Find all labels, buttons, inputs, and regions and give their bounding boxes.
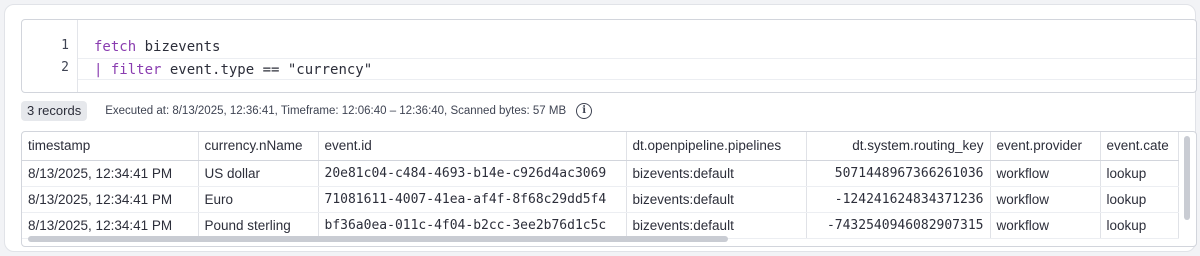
table-row[interactable]: 8/13/2025, 12:34:41 PM US dollar 20e81c0… xyxy=(22,160,1179,187)
line-number: 1 xyxy=(61,38,69,53)
result-status-bar: 3 records Executed at: 8/13/2025, 12:36:… xyxy=(21,101,593,121)
code-editor[interactable]: 1 2 fetch bizevents | filter event.type … xyxy=(21,19,1197,93)
line-number: 2 xyxy=(61,60,69,75)
cell-timestamp: 8/13/2025, 12:34:41 PM xyxy=(22,160,199,187)
table-header-row: timestamp currency.nName event.id dt.ope… xyxy=(22,132,1179,161)
horizontal-scrollbar[interactable] xyxy=(28,236,728,242)
cell-currency-name: US dollar xyxy=(198,160,319,187)
cell-pipelines: bizevents:default xyxy=(626,212,807,239)
column-header-pipelines[interactable]: dt.openpipeline.pipelines xyxy=(626,132,807,161)
code-line[interactable]: | filter event.type == "currency" xyxy=(78,58,1196,80)
results-table: timestamp currency.nName event.id dt.ope… xyxy=(21,131,1197,247)
execution-info: Executed at: 8/13/2025, 12:36:41, Timefr… xyxy=(105,105,567,117)
line-number-gutter: 1 2 xyxy=(22,20,78,92)
cell-pipelines: bizevents:default xyxy=(626,160,807,187)
cell-event-category: lookup xyxy=(1100,186,1179,213)
code-text: event.type == "currency" xyxy=(161,62,373,78)
cell-event-id: 71081611-4007-41ea-af4f-8f68c29dd5f4 xyxy=(318,186,627,213)
column-header-event-category[interactable]: event.cate xyxy=(1100,132,1179,161)
vertical-scrollbar[interactable] xyxy=(1184,136,1190,220)
cell-event-id: bf36a0ea-011c-4f04-b2cc-3ee2b76d1c5c xyxy=(318,212,627,239)
cell-event-category: lookup xyxy=(1100,160,1179,187)
cell-currency-name: Euro xyxy=(198,186,319,213)
cell-pipelines: bizevents:default xyxy=(626,186,807,213)
column-header-routing-key[interactable]: dt.system.routing_key xyxy=(806,132,991,161)
cell-routing-key: -124241624834371236 xyxy=(806,186,991,213)
cell-event-category: lookup xyxy=(1100,212,1179,239)
column-header-currency-name[interactable]: currency.nName xyxy=(198,132,319,161)
code-line[interactable]: fetch bizevents xyxy=(78,36,1196,58)
query-panel: 1 2 fetch bizevents | filter event.type … xyxy=(4,4,1197,252)
records-count-badge: 3 records xyxy=(21,101,88,121)
table-row[interactable]: 8/13/2025, 12:34:41 PM Pound sterling bf… xyxy=(22,212,1179,239)
cell-timestamp: 8/13/2025, 12:34:41 PM xyxy=(22,186,199,213)
column-header-event-id[interactable]: event.id xyxy=(318,132,627,161)
cell-routing-key: 5071448967366261036 xyxy=(806,160,991,187)
cell-currency-name: Pound sterling xyxy=(198,212,319,239)
column-header-timestamp[interactable]: timestamp xyxy=(22,132,199,161)
info-icon[interactable]: i xyxy=(576,103,593,119)
code-keyword: filter xyxy=(110,62,162,78)
cell-timestamp: 8/13/2025, 12:34:41 PM xyxy=(22,212,199,239)
code-pipe: | xyxy=(94,62,111,78)
cell-event-id: 20e81c04-c484-4693-b14e-c926d4ac3069 xyxy=(318,160,627,187)
column-header-event-provider[interactable]: event.provider xyxy=(990,132,1101,161)
table-row[interactable]: 8/13/2025, 12:34:41 PM Euro 71081611-400… xyxy=(22,186,1179,213)
code-keyword: fetch xyxy=(94,39,137,55)
cell-event-provider: workflow xyxy=(990,160,1101,187)
code-text: bizevents xyxy=(136,39,221,55)
cell-event-provider: workflow xyxy=(990,212,1101,239)
cell-routing-key: -7432540946082907315 xyxy=(806,212,991,239)
cell-event-provider: workflow xyxy=(990,186,1101,213)
